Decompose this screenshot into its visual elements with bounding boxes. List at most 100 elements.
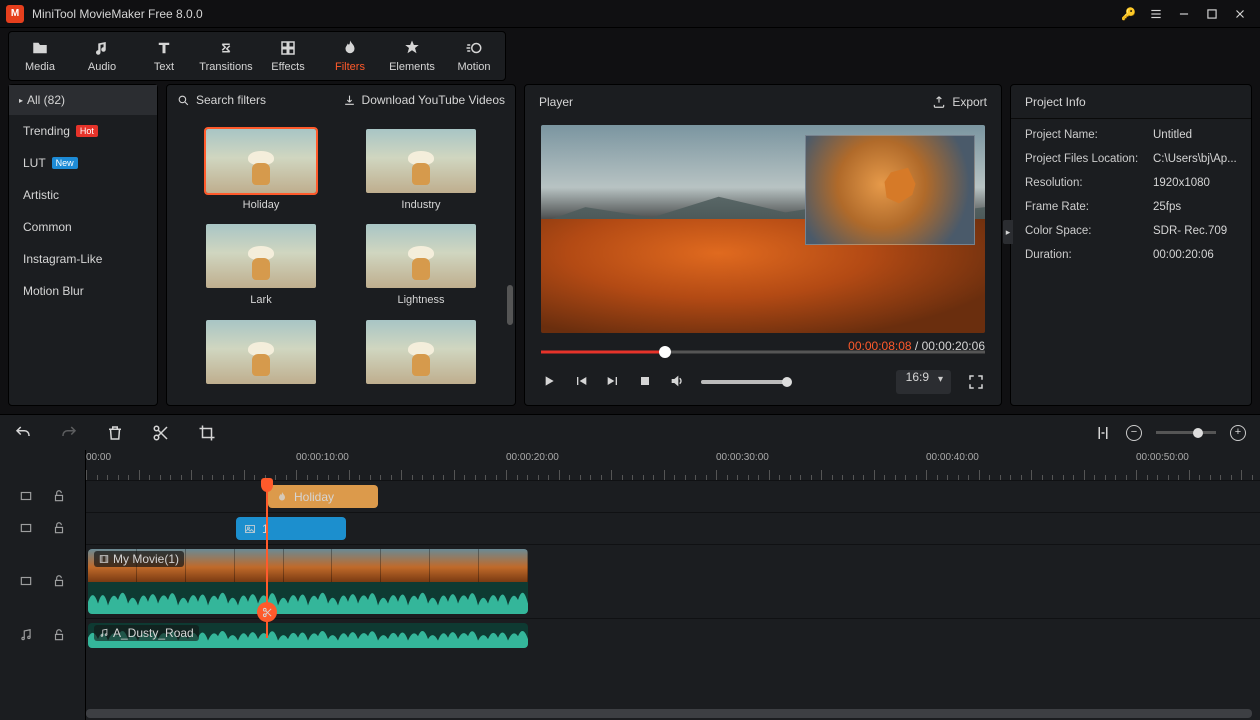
delete-button[interactable] — [106, 424, 124, 442]
category-item[interactable]: LUTNew — [9, 147, 157, 179]
search-filters-input[interactable]: Search filters — [177, 93, 317, 107]
timeline-horizontal-scrollbar[interactable] — [86, 709, 1252, 718]
maximize-button[interactable] — [1198, 0, 1226, 28]
chevron-down-icon: ▸ — [19, 96, 23, 105]
image-clip[interactable]: 1 — [236, 517, 346, 540]
playhead-handle-icon[interactable] — [261, 478, 273, 492]
tab-label: Filters — [335, 61, 365, 73]
player-panel: Player Export 00:00:08:08 / 00:00:20:06 — [524, 84, 1002, 406]
tab-effects[interactable]: Effects — [257, 32, 319, 80]
fit-timeline-button[interactable] — [1094, 424, 1112, 442]
close-button[interactable] — [1226, 0, 1254, 28]
ruler-label: 00:00:40:00 — [926, 452, 979, 463]
audio-track[interactable]: A_Dusty_Road — [86, 618, 1260, 652]
project-info-row: Duration:00:00:20:06 — [1025, 249, 1237, 261]
player-progress-bar[interactable]: 00:00:08:08 / 00:00:20:06 — [541, 341, 985, 363]
category-label: Artistic — [23, 188, 59, 202]
filter-thumbnail[interactable] — [191, 320, 331, 391]
filter-track-header — [0, 480, 85, 512]
zoom-slider[interactable] — [1156, 431, 1216, 434]
filters-browser-panel: Search filters Download YouTube Videos H… — [166, 84, 516, 406]
track-lock-icon[interactable] — [52, 521, 66, 535]
prev-frame-button[interactable] — [573, 373, 589, 392]
download-youtube-label: Download YouTube Videos — [362, 93, 505, 107]
filter-thumbnail[interactable] — [351, 320, 491, 391]
picture-in-picture-overlay[interactable] — [805, 135, 975, 245]
tab-media[interactable]: Media — [9, 32, 71, 80]
video-clip[interactable]: My Movie(1) — [88, 549, 528, 614]
minimize-button[interactable] — [1170, 0, 1198, 28]
video-preview[interactable] — [541, 125, 985, 333]
tab-filters[interactable]: Filters — [319, 32, 381, 80]
category-label: LUT — [23, 156, 46, 170]
tab-audio[interactable]: Audio — [71, 32, 133, 80]
info-key: Project Files Location: — [1025, 153, 1153, 165]
volume-icon[interactable] — [669, 373, 685, 392]
track-lock-icon[interactable] — [52, 489, 66, 503]
play-button[interactable] — [541, 373, 557, 392]
info-value: C:\Users\bj\Ap... — [1153, 153, 1237, 165]
tab-motion[interactable]: Motion — [443, 32, 505, 80]
filter-thumbnail[interactable]: Holiday — [191, 129, 331, 212]
text-icon — [155, 39, 173, 57]
tab-elements[interactable]: Elements — [381, 32, 443, 80]
track-visibility-icon[interactable] — [19, 489, 33, 503]
image-track[interactable]: 1 — [86, 512, 1260, 544]
fullscreen-button[interactable] — [967, 373, 985, 391]
stop-button[interactable] — [637, 373, 653, 392]
category-item[interactable]: Motion Blur — [9, 275, 157, 307]
timeline-panel: 00:0000:00:10:0000:00:20:0000:00:30:0000… — [0, 450, 1260, 720]
tab-label: Effects — [271, 61, 304, 73]
tab-label: Transitions — [199, 61, 252, 73]
category-item[interactable]: Common — [9, 211, 157, 243]
video-clip-label-chip: My Movie(1) — [94, 551, 184, 567]
export-button[interactable]: Export — [932, 95, 987, 109]
track-visibility-icon[interactable] — [19, 521, 33, 535]
audio-track-header — [0, 618, 85, 652]
redo-button[interactable] — [60, 424, 78, 442]
zoom-out-button[interactable]: − — [1126, 425, 1142, 441]
music-note-icon[interactable] — [19, 628, 33, 642]
audio-clip[interactable]: A_Dusty_Road — [88, 623, 528, 648]
filters-scrollbar[interactable] — [507, 285, 513, 325]
progress-handle[interactable] — [659, 346, 671, 358]
info-key: Resolution: — [1025, 177, 1153, 189]
track-lock-icon[interactable] — [52, 574, 66, 588]
undo-button[interactable] — [14, 424, 32, 442]
category-item[interactable]: Artistic — [9, 179, 157, 211]
timeline-ruler[interactable]: 00:0000:00:10:0000:00:20:0000:00:30:0000… — [86, 450, 1260, 480]
info-key: Frame Rate: — [1025, 201, 1153, 213]
main-tabs: MediaAudioText Transitions Effects Filters E… — [0, 28, 1260, 84]
ruler-label: 00:00:30:00 — [716, 452, 769, 463]
tab-text[interactable]: Text — [133, 32, 195, 80]
crop-button[interactable] — [198, 424, 216, 442]
info-key: Project Name: — [1025, 129, 1153, 141]
categories-header-label: All (82) — [27, 93, 65, 107]
category-item[interactable]: TrendingHot — [9, 115, 157, 147]
download-icon — [343, 94, 356, 107]
project-info-row: Project Files Location:C:\Users\bj\Ap... — [1025, 153, 1237, 165]
filter-clip[interactable]: Holiday — [268, 485, 378, 508]
zoom-in-button[interactable]: + — [1230, 425, 1246, 441]
split-button[interactable] — [152, 424, 170, 442]
filter-thumbnail[interactable]: Lightness — [351, 224, 491, 307]
collapse-panel-icon[interactable]: ▸ — [1003, 220, 1013, 244]
project-info-title: Project Info — [1025, 95, 1086, 109]
category-item[interactable]: Instagram-Like — [9, 243, 157, 275]
next-frame-button[interactable] — [605, 373, 621, 392]
track-lock-icon[interactable] — [52, 628, 66, 642]
video-track-header — [0, 544, 85, 618]
timeline-playhead[interactable] — [266, 480, 268, 638]
menu-icon[interactable] — [1142, 0, 1170, 28]
download-youtube-link[interactable]: Download YouTube Videos — [343, 93, 505, 107]
filter-thumbnail[interactable]: Industry — [351, 129, 491, 212]
tab-transitions[interactable]: Transitions — [195, 32, 257, 80]
aspect-ratio-select[interactable]: 16:9 — [896, 370, 951, 394]
categories-header[interactable]: ▸ All (82) — [9, 85, 157, 115]
track-visibility-icon[interactable] — [19, 574, 33, 588]
audio-icon — [93, 39, 111, 57]
playhead-split-icon[interactable] — [257, 602, 277, 622]
filter-thumbnail[interactable]: Lark — [191, 224, 331, 307]
volume-slider[interactable] — [701, 380, 791, 384]
upgrade-key-icon[interactable]: 🔑 — [1114, 0, 1142, 28]
